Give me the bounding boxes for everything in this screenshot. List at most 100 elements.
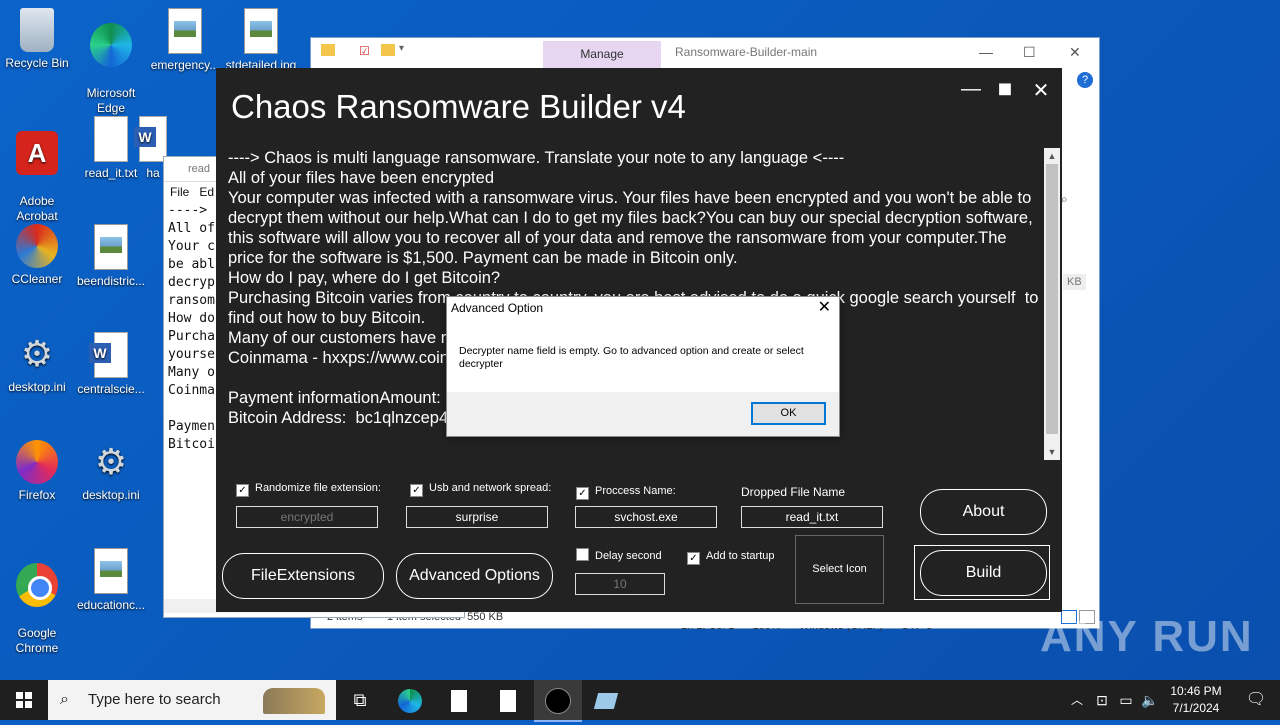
note-line: How do I pay, where do I get Bitcoin? [228,269,501,287]
dialog-titlebar: Advanced Option ✕ [447,297,839,319]
volume-icon[interactable]: 🔈 [1138,680,1162,720]
notification-icon[interactable]: 🗨 [1232,680,1280,720]
settings-file-icon: ⚙ [20,333,54,374]
dialog-title: Advanced Option [451,301,544,315]
taskbar-search-box[interactable]: ⌕ Type here to search [48,680,336,720]
file-extensions-button[interactable]: FileExtensions [222,553,384,599]
checkbox-checked-icon[interactable]: ✓ [236,484,249,497]
display-icon[interactable]: ▭ [1114,680,1138,720]
extension-input[interactable]: encrypted [236,506,378,528]
checkbox-label: Proccess Name: [595,485,676,497]
explorer-titlebar: ☑ ▾ Manage Ransomware-Builder-main — ☐ ✕ [311,38,1099,68]
icon-label: Microsoft Edge [86,86,136,115]
desktop-icon-ccleaner[interactable]: CCleaner [0,224,74,287]
desktop-icon-read-it[interactable]: read_it.txt [74,116,148,181]
dropped-file-input[interactable]: read_it.txt [741,506,883,528]
desktop-icon-recycle-bin[interactable]: Recycle Bin [0,8,74,71]
help-icon[interactable]: ? [1077,72,1093,88]
scroll-thumb[interactable] [1046,164,1058,434]
minimize-icon[interactable]: — [979,38,993,66]
tab-manage[interactable]: Manage [543,41,661,68]
checkbox-label: Add to startup [706,550,775,562]
process-name-input[interactable]: svchost.exe [575,506,717,528]
randomize-extension-checkbox[interactable]: ✓ Randomize file extension: [236,481,381,497]
maximize-icon[interactable]: ◼ [990,78,1020,99]
checkbox-checked-icon[interactable]: ✓ [687,552,700,565]
task-view-icon[interactable]: ⧉ [336,680,384,720]
windows-logo-icon [16,692,32,708]
desktop-icon-emergency[interactable]: emergency... [148,8,222,73]
desktop-icon-desktop-ini-2[interactable]: ⚙ desktop.ini [74,440,148,503]
recycle-bin-icon [20,8,54,52]
delay-checkbox[interactable]: Delay second [576,548,662,563]
icon-label: beendistric... [76,274,146,288]
checkbox-label: Usb and network spread: [429,482,552,494]
about-button[interactable]: About [920,489,1047,535]
edge-icon [90,23,132,67]
dialog-footer: OK [447,392,839,436]
text-file-icon [94,116,128,162]
network-icon[interactable]: ⊡ [1090,680,1114,720]
desktop-icon-stdetailed[interactable]: stdetailed.jpg [224,8,298,73]
clock-time: 10:46 PM [1170,684,1222,698]
scroll-up-icon[interactable]: ▲ [1044,148,1060,164]
build-button[interactable]: Build [920,550,1047,596]
image-file-icon [168,8,202,54]
advanced-option-dialog[interactable]: Advanced Option ✕ Decrypter name field i… [446,296,840,437]
taskbar-chaos-icon[interactable] [534,680,582,722]
taskbar-edge-icon[interactable] [386,680,434,720]
select-icon-button[interactable]: Select Icon [795,535,884,604]
taskbar-clock[interactable]: 10:46 PM 7/1/2024 [1160,683,1232,717]
close-icon[interactable]: ✕ [1026,78,1056,103]
desktop-icon-chrome[interactable]: Google Chrome [0,548,74,671]
properties-icon[interactable]: ☑ [359,44,370,58]
menu-edit[interactable]: Ed [199,185,214,199]
advanced-options-button[interactable]: Advanced Options [396,553,553,599]
search-icon: ⌕ [60,691,69,708]
desktop-icon-desktop-ini-1[interactable]: ⚙ desktop.ini [0,332,74,395]
icon-label: read_it.txt [84,166,138,180]
checkbox-checked-icon[interactable]: ✓ [410,484,423,497]
image-file-icon [244,8,278,54]
taskbar-file-icon[interactable] [435,680,483,720]
delay-input[interactable]: 10 [575,573,665,595]
startup-checkbox[interactable]: ✓ Add to startup [687,549,775,565]
icon-label: centralscie... [77,382,145,396]
note-scrollbar[interactable]: ▲ ▼ [1044,148,1060,460]
close-icon[interactable]: ✕ [818,297,831,319]
spread-name-input[interactable]: surprise [406,506,548,528]
maximize-icon[interactable]: ☐ [1023,38,1036,66]
desktop-icon-acrobat[interactable]: A Adobe Acrobat [0,116,74,239]
checkbox-checked-icon[interactable]: ✓ [576,487,589,500]
checkbox-unchecked-icon[interactable] [576,548,589,561]
folder-icon [321,44,335,56]
app-title: Chaos Ransomware Builder v4 [231,88,686,125]
desktop-icon-firefox[interactable]: Firefox [0,440,74,503]
scroll-down-icon[interactable]: ▼ [1044,444,1060,460]
chevron-down-icon[interactable]: ▾ [399,43,404,54]
taskbar-explorer-icon[interactable] [582,680,630,720]
taskbar-notepad-icon[interactable] [484,680,532,720]
process-name-checkbox[interactable]: ✓ Proccess Name: [576,484,676,500]
desktop-icon-edge[interactable]: Microsoft Edge [74,8,148,131]
desktop-icon-centralscie[interactable]: centralscie... [74,332,148,397]
icon-label: educationc... [76,598,146,612]
icon-label: emergency... [150,58,220,72]
taskbar: ⌕ Type here to search ⧉ ︿ ⊡ ▭ 🔈 10:46 PM… [0,680,1280,722]
start-button[interactable] [0,680,48,720]
minimize-icon[interactable]: — [956,78,986,101]
note-line: Your computer was infected with a ransom… [228,189,1038,267]
menu-file[interactable]: File [170,185,189,199]
size-column: KB [1063,274,1086,290]
usb-spread-checkbox[interactable]: ✓ Usb and network spread: [410,481,551,497]
ok-button[interactable]: OK [751,402,826,425]
checkbox-label: Randomize file extension: [255,482,381,494]
new-folder-icon[interactable] [381,44,395,56]
desktop-icon-beendistric[interactable]: beendistric... [74,224,148,289]
settings-file-icon: ⚙ [94,441,128,482]
chevron-up-icon[interactable]: ︿ [1064,680,1090,720]
desktop-icon-educationc[interactable]: educationc... [74,548,148,613]
search-icon[interactable]: ⌕ [1061,192,1068,207]
close-icon[interactable]: ✕ [1069,38,1081,66]
clock-date: 7/1/2024 [1172,701,1220,715]
